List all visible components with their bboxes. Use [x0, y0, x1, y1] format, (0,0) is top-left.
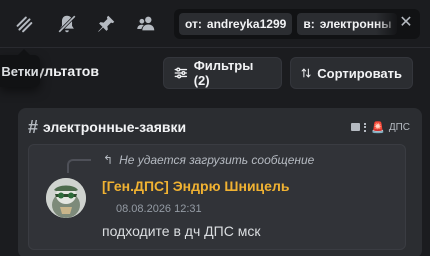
- separator-icon: [364, 122, 367, 132]
- channel-hash-icon: #: [28, 116, 39, 137]
- message-author[interactable]: [Ген.ДПС] Эндрю Шницель: [102, 178, 289, 194]
- folder-icon: [351, 123, 361, 131]
- filter-value: andreyka1299: [206, 17, 287, 31]
- threads-icon[interactable]: [12, 12, 36, 36]
- close-icon[interactable]: ✕: [398, 15, 414, 31]
- sliders-icon: [174, 67, 188, 79]
- channel-name: электронные-заявки: [43, 119, 187, 135]
- tooltip-threads: Ветки: [0, 49, 40, 87]
- results-count: зультатов: [30, 63, 99, 79]
- channel-category: 🚨 ДПС: [351, 121, 410, 134]
- reply-reference: ↰ Не удается загрузить сообщение: [103, 153, 314, 167]
- pin-icon[interactable]: [94, 12, 118, 36]
- sort-arrows-icon: [301, 68, 311, 78]
- filter-key: от:: [185, 17, 202, 31]
- members-icon[interactable]: [134, 12, 158, 36]
- search-result-message[interactable]: ↰ Не удается загрузить сообщение [Ген.ДП…: [28, 144, 406, 250]
- police-car-icon: 🚨: [371, 121, 385, 134]
- search-input[interactable]: от: andreyka1299 в: электронны ✕: [174, 9, 420, 39]
- filters-button[interactable]: Фильтры (2): [163, 57, 282, 89]
- channel-toolbar: от: andreyka1299 в: электронны ✕: [0, 0, 430, 48]
- sort-label: Сортировать: [317, 65, 402, 81]
- filters-label: Фильтры (2): [193, 58, 254, 88]
- category-name: ДПС: [388, 121, 410, 133]
- reply-connector: [67, 159, 91, 173]
- mute-notifications-icon[interactable]: [55, 12, 79, 36]
- message-timestamp: 08.08.2026 12:31: [116, 203, 202, 215]
- message-content: подходите в дч ДПС мск: [102, 223, 261, 239]
- result-channel-header[interactable]: # электронные-заявки 🚨 ДПС: [28, 116, 410, 138]
- avatar[interactable]: [46, 178, 86, 218]
- sort-button[interactable]: Сортировать: [290, 57, 413, 89]
- reply-arrow-icon: ↰: [103, 153, 114, 167]
- filter-key: в:: [303, 17, 315, 31]
- search-fade: [376, 9, 400, 39]
- search-result-group: # электронные-заявки 🚨 ДПС ↰ Не удается …: [18, 108, 422, 256]
- search-filter-author[interactable]: от: andreyka1299: [179, 13, 293, 35]
- reply-text: Не удается загрузить сообщение: [119, 153, 315, 167]
